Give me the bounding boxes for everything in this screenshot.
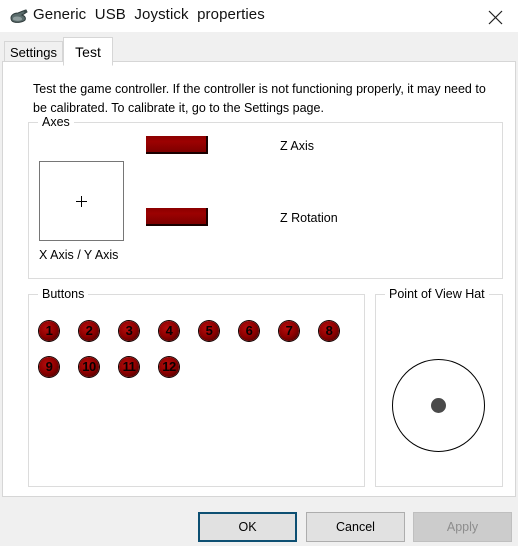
z-rotation-bar bbox=[146, 208, 208, 226]
button-indicator-6: 6 bbox=[239, 321, 259, 341]
button-indicator-10: 10 bbox=[79, 357, 99, 377]
z-rotation-label: Z Rotation bbox=[280, 211, 338, 225]
button-indicator-label: 4 bbox=[165, 323, 173, 338]
button-indicator-1: 1 bbox=[39, 321, 59, 341]
xy-axis-label: X Axis / Y Axis bbox=[39, 248, 119, 262]
buttons-groupbox: Buttons 1 2 3 4 5 6 7 8 9 10 11 12 bbox=[28, 287, 365, 487]
window-title: Generic USB Joystick properties bbox=[33, 6, 265, 23]
tab-test[interactable]: Test bbox=[63, 37, 113, 66]
axes-groupbox: Axes X Axis / Y Axis Z Axis Z Rotation bbox=[28, 115, 503, 279]
button-indicator-label: 2 bbox=[85, 323, 93, 338]
button-indicator-9: 9 bbox=[39, 357, 59, 377]
apply-button: Apply bbox=[413, 512, 512, 542]
button-indicator-11: 11 bbox=[119, 357, 139, 377]
button-indicator-label: 1 bbox=[45, 323, 53, 338]
z-axis-bar bbox=[146, 136, 208, 154]
pov-hat-center-dot bbox=[431, 398, 446, 413]
button-indicator-label: 9 bbox=[45, 359, 53, 374]
pov-hat-groupbox-title: Point of View Hat bbox=[385, 287, 489, 301]
button-indicator-5: 5 bbox=[199, 321, 219, 341]
z-axis-label: Z Axis bbox=[280, 139, 315, 153]
button-indicator-label: 5 bbox=[205, 323, 213, 338]
cancel-button[interactable]: Cancel bbox=[306, 512, 405, 542]
button-indicator-3: 3 bbox=[119, 321, 139, 341]
button-indicator-12: 12 bbox=[159, 357, 179, 377]
pov-hat-groupbox: Point of View Hat bbox=[375, 287, 503, 487]
tab-panel-test: Test the game controller. If the control… bbox=[2, 61, 516, 497]
button-indicator-8: 8 bbox=[319, 321, 339, 341]
ok-button[interactable]: OK bbox=[198, 512, 297, 542]
button-indicator-2: 2 bbox=[79, 321, 99, 341]
xy-axis-display bbox=[39, 161, 124, 241]
button-indicator-label: 7 bbox=[285, 323, 293, 338]
button-indicator-label: 8 bbox=[325, 323, 333, 338]
button-indicator-label: 10 bbox=[82, 359, 96, 374]
button-indicator-label: 11 bbox=[122, 359, 136, 374]
button-indicator-label: 12 bbox=[162, 359, 176, 374]
title-bar: Generic USB Joystick properties bbox=[0, 0, 518, 32]
pov-hat-dial bbox=[392, 359, 485, 452]
close-icon[interactable] bbox=[473, 0, 518, 32]
axes-groupbox-title: Axes bbox=[38, 115, 74, 129]
button-indicator-4: 4 bbox=[159, 321, 179, 341]
buttons-groupbox-title: Buttons bbox=[38, 287, 89, 301]
instructions-text: Test the game controller. If the control… bbox=[33, 82, 486, 115]
button-indicator-label: 6 bbox=[245, 323, 253, 338]
button-indicator-7: 7 bbox=[279, 321, 299, 341]
xy-crosshair-icon bbox=[76, 195, 87, 207]
button-indicator-label: 3 bbox=[125, 323, 133, 338]
joystick-icon bbox=[9, 7, 29, 25]
